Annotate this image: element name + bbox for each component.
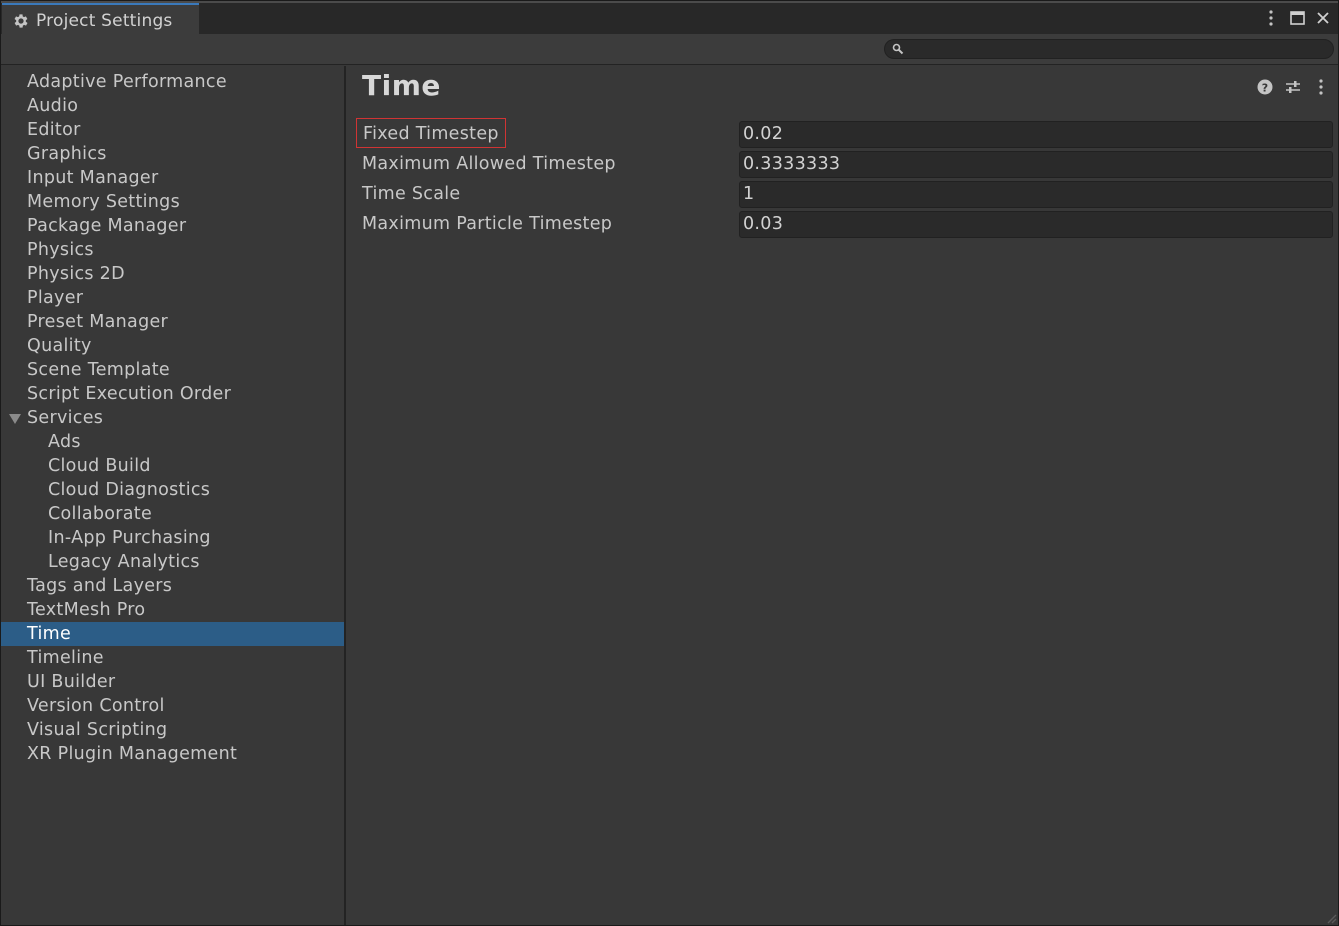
- time-scale-label: Time Scale: [362, 184, 461, 204]
- time-scale-field[interactable]: 1: [739, 181, 1333, 208]
- maximum-particle-timestep-label: Maximum Particle Timestep: [362, 214, 613, 234]
- resize-grip-icon[interactable]: [1325, 912, 1337, 924]
- sidebar-item-cloud-build[interactable]: Cloud Build: [1, 454, 344, 478]
- sidebar-item-cloud-diagnostics[interactable]: Cloud Diagnostics: [1, 478, 344, 502]
- search-icon: [892, 43, 904, 55]
- sidebar-item-legacy-analytics[interactable]: Legacy Analytics: [1, 550, 344, 574]
- sidebar-item-editor[interactable]: Editor: [1, 118, 344, 142]
- sidebar-item-tags-and-layers[interactable]: Tags and Layers: [1, 574, 344, 598]
- property-row-fixed-timestep: Fixed Timestep 0.02: [356, 118, 1334, 149]
- sidebar-item-script-execution-order[interactable]: Script Execution Order: [1, 382, 344, 406]
- project-settings-window: Project Settings Adaptive Performance Au…: [0, 0, 1339, 926]
- page-title: Time: [362, 69, 441, 102]
- search-input[interactable]: [909, 40, 1323, 60]
- sidebar-item-package-manager[interactable]: Package Manager: [1, 214, 344, 238]
- sidebar-item-ui-builder[interactable]: UI Builder: [1, 670, 344, 694]
- property-row-maximum-particle-timestep: Maximum Particle Timestep 0.03: [362, 209, 1334, 239]
- sidebar-item-xr-plugin-management[interactable]: XR Plugin Management: [1, 742, 344, 766]
- toolbar: [1, 34, 1338, 65]
- sidebar-item-quality[interactable]: Quality: [1, 334, 344, 358]
- sidebar-item-input-manager[interactable]: Input Manager: [1, 166, 344, 190]
- expand-arrow-icon[interactable]: [9, 414, 21, 424]
- preset-sliders-icon[interactable]: [1284, 78, 1302, 96]
- property-row-time-scale: Time Scale 1: [362, 179, 1334, 209]
- settings-content-panel: Time ? Fixed Timestep 0.02 Maximum Allow…: [346, 66, 1338, 925]
- sidebar-item-collaborate[interactable]: Collaborate: [1, 502, 344, 526]
- svg-text:?: ?: [1262, 81, 1268, 94]
- property-row-maximum-allowed-timestep: Maximum Allowed Timestep 0.3333333: [362, 149, 1334, 179]
- maximum-allowed-timestep-label: Maximum Allowed Timestep: [362, 154, 616, 174]
- header-icons: ?: [1256, 78, 1330, 96]
- sidebar-item-services[interactable]: Services: [1, 406, 344, 430]
- tab-bar: Project Settings: [1, 1, 1338, 36]
- sidebar-item-time[interactable]: Time: [1, 622, 344, 646]
- sidebar-item-preset-manager[interactable]: Preset Manager: [1, 310, 344, 334]
- sidebar-item-version-control[interactable]: Version Control: [1, 694, 344, 718]
- sidebar-item-scene-template[interactable]: Scene Template: [1, 358, 344, 382]
- window-controls: [1262, 7, 1332, 29]
- close-icon[interactable]: [1314, 7, 1332, 29]
- sidebar-item-graphics[interactable]: Graphics: [1, 142, 344, 166]
- more-options-icon[interactable]: [1262, 7, 1280, 29]
- maximum-particle-timestep-field[interactable]: 0.03: [739, 211, 1333, 238]
- tab-title: Project Settings: [36, 10, 173, 31]
- sidebar-item-visual-scripting[interactable]: Visual Scripting: [1, 718, 344, 742]
- sidebar-item-in-app-purchasing[interactable]: In-App Purchasing: [1, 526, 344, 550]
- help-icon[interactable]: ?: [1256, 78, 1274, 96]
- settings-category-list: Adaptive Performance Audio Editor Graphi…: [1, 70, 344, 766]
- settings-sidebar: Adaptive Performance Audio Editor Graphi…: [1, 66, 344, 925]
- fixed-timestep-label: Fixed Timestep: [356, 118, 506, 148]
- sidebar-item-physics[interactable]: Physics: [1, 238, 344, 262]
- sidebar-item-label: Services: [27, 408, 104, 428]
- sidebar-item-textmesh-pro[interactable]: TextMesh Pro: [1, 598, 344, 622]
- sidebar-item-timeline[interactable]: Timeline: [1, 646, 344, 670]
- sidebar-item-ads[interactable]: Ads: [1, 430, 344, 454]
- maximum-allowed-timestep-field[interactable]: 0.3333333: [739, 151, 1333, 178]
- sidebar-item-adaptive-performance[interactable]: Adaptive Performance: [1, 70, 344, 94]
- tab-project-settings[interactable]: Project Settings: [2, 3, 199, 36]
- more-options-icon[interactable]: [1312, 78, 1330, 96]
- sidebar-item-physics-2d[interactable]: Physics 2D: [1, 262, 344, 286]
- fixed-timestep-field[interactable]: 0.02: [739, 121, 1333, 148]
- sidebar-item-player[interactable]: Player: [1, 286, 344, 310]
- gear-icon: [14, 13, 28, 28]
- sidebar-item-memory-settings[interactable]: Memory Settings: [1, 190, 344, 214]
- search-field[interactable]: [884, 39, 1334, 60]
- maximize-icon[interactable]: [1288, 7, 1306, 29]
- sidebar-item-audio[interactable]: Audio: [1, 94, 344, 118]
